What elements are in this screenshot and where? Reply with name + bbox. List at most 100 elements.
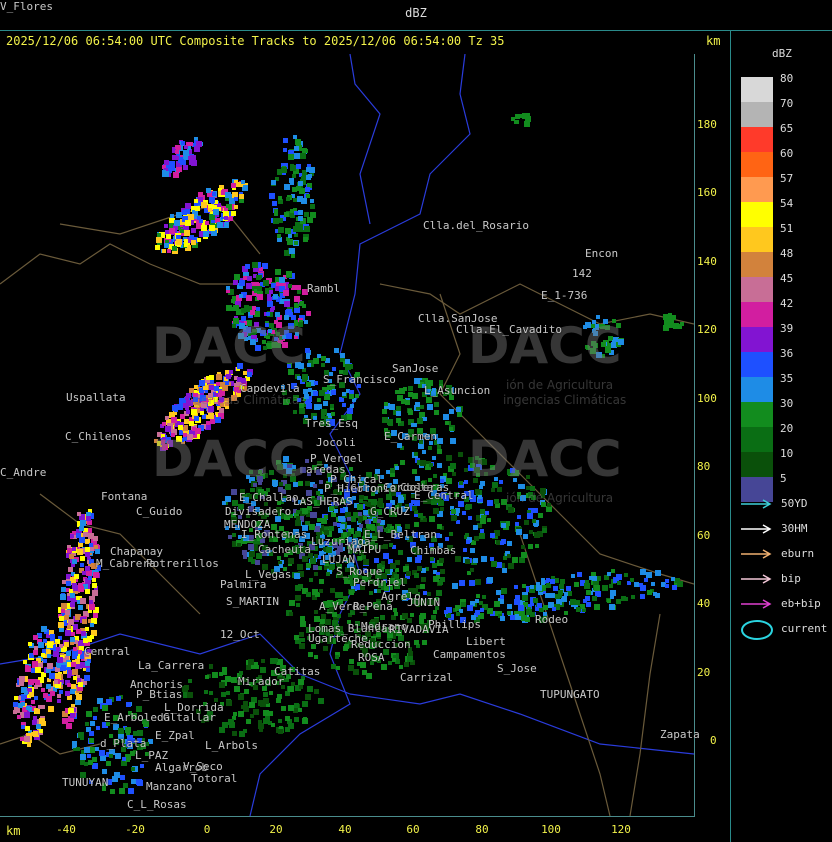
x-tick: -40	[56, 823, 76, 836]
echo-pixel	[68, 567, 73, 572]
track-legend-label: bip	[781, 572, 801, 585]
legend-value: 42	[780, 297, 794, 310]
echo-pixel	[57, 657, 63, 663]
echo-pixel	[481, 556, 487, 562]
echo-pixel	[306, 355, 310, 359]
boundary-line	[629, 613, 661, 816]
echo-pixel	[321, 363, 325, 367]
place-label: E_Zpal	[155, 729, 195, 742]
echo-pixel	[55, 673, 61, 679]
echo-pixel	[388, 661, 392, 665]
echo-pixel	[93, 572, 99, 578]
echo-pixel	[285, 727, 290, 732]
echo-pixel	[185, 396, 189, 400]
echo-pixel	[465, 505, 470, 510]
echo-pixel	[335, 655, 339, 659]
echo-pixel	[480, 518, 486, 524]
echo-pixel	[93, 707, 98, 712]
place-label: E_1-736	[541, 289, 588, 302]
echo-pixel	[21, 725, 25, 729]
echo-pixel	[475, 489, 480, 494]
track-legend-item: eburn	[741, 547, 829, 561]
echo-pixel	[140, 764, 144, 768]
echo-pixel	[541, 578, 545, 582]
legend-value: 39	[780, 322, 794, 335]
echo-pixel	[451, 509, 456, 514]
echo-pixel	[64, 642, 69, 647]
echo-pixel	[314, 655, 318, 659]
echo-pixel	[84, 747, 90, 753]
watermark-brand: DACC	[152, 317, 306, 375]
x-tick: 60	[406, 823, 420, 836]
echo-pixel	[224, 216, 228, 220]
echo-pixel	[73, 676, 77, 680]
echo-pixel	[665, 584, 669, 588]
echo-pixel	[433, 474, 437, 478]
echo-pixel	[559, 584, 564, 589]
echo-pixel	[246, 665, 251, 670]
echo-pixel	[490, 557, 494, 561]
echo-pixel	[257, 294, 263, 300]
echo-pixel	[545, 593, 550, 598]
echo-pixel	[80, 563, 84, 567]
echo-pixel	[395, 466, 399, 470]
echo-pixel	[522, 595, 528, 601]
echo-pixel	[401, 399, 406, 404]
echo-pixel	[437, 463, 442, 468]
boundary-line	[349, 693, 694, 755]
x-tick: 80	[475, 823, 489, 836]
echo-pixel	[269, 691, 273, 695]
echo-pixel	[389, 543, 393, 547]
echo-pixel	[289, 600, 295, 606]
echo-pixel	[524, 520, 529, 525]
echo-pixel	[480, 608, 484, 612]
echo-pixel	[349, 467, 353, 471]
echo-pixel	[412, 469, 417, 474]
echo-pixel	[99, 750, 105, 756]
echo-pixel	[70, 689, 75, 694]
place-label: Libert	[466, 635, 506, 648]
echo-pixel	[229, 722, 235, 728]
echo-pixel	[646, 572, 652, 578]
place-label: LAS_HERAS	[293, 495, 353, 508]
echo-pixel	[174, 220, 180, 226]
echo-pixel	[33, 716, 37, 720]
echo-pixel	[305, 348, 310, 353]
echo-pixel	[570, 599, 576, 605]
echo-pixel	[25, 726, 30, 731]
echo-pixel	[176, 239, 182, 245]
echo-pixel	[256, 307, 260, 311]
echo-pixel	[225, 381, 229, 385]
echo-pixel	[222, 385, 228, 391]
echo-pixel	[258, 275, 262, 279]
echo-pixel	[347, 525, 351, 529]
place-label: TUPUNGATO	[540, 688, 600, 701]
echo-pixel	[252, 262, 258, 268]
echo-pixel	[640, 594, 645, 599]
echo-pixel	[326, 572, 330, 576]
echo-pixel	[252, 306, 256, 310]
echo-pixel	[304, 226, 310, 232]
echo-pixel	[439, 558, 444, 563]
echo-pixel	[671, 315, 676, 320]
legend-value: 70	[780, 97, 794, 110]
echo-pixel	[302, 701, 308, 707]
echo-pixel	[630, 578, 634, 582]
y-tick: 60	[697, 529, 711, 542]
echo-pixel	[476, 594, 480, 598]
echo-pixel	[50, 634, 55, 639]
echo-pixel	[458, 452, 463, 457]
echo-pixel	[607, 599, 611, 603]
echo-pixel	[297, 196, 303, 202]
echo-pixel	[487, 500, 493, 506]
echo-pixel	[295, 139, 301, 145]
echo-pixel	[194, 385, 198, 389]
echo-pixel	[331, 412, 335, 416]
echo-pixel	[525, 617, 530, 622]
echo-pixel	[288, 686, 294, 692]
echo-pixel	[239, 280, 245, 286]
echo-pixel	[189, 159, 195, 165]
echo-pixel	[433, 610, 437, 614]
echo-pixel	[112, 776, 118, 782]
echo-pixel	[358, 556, 362, 560]
